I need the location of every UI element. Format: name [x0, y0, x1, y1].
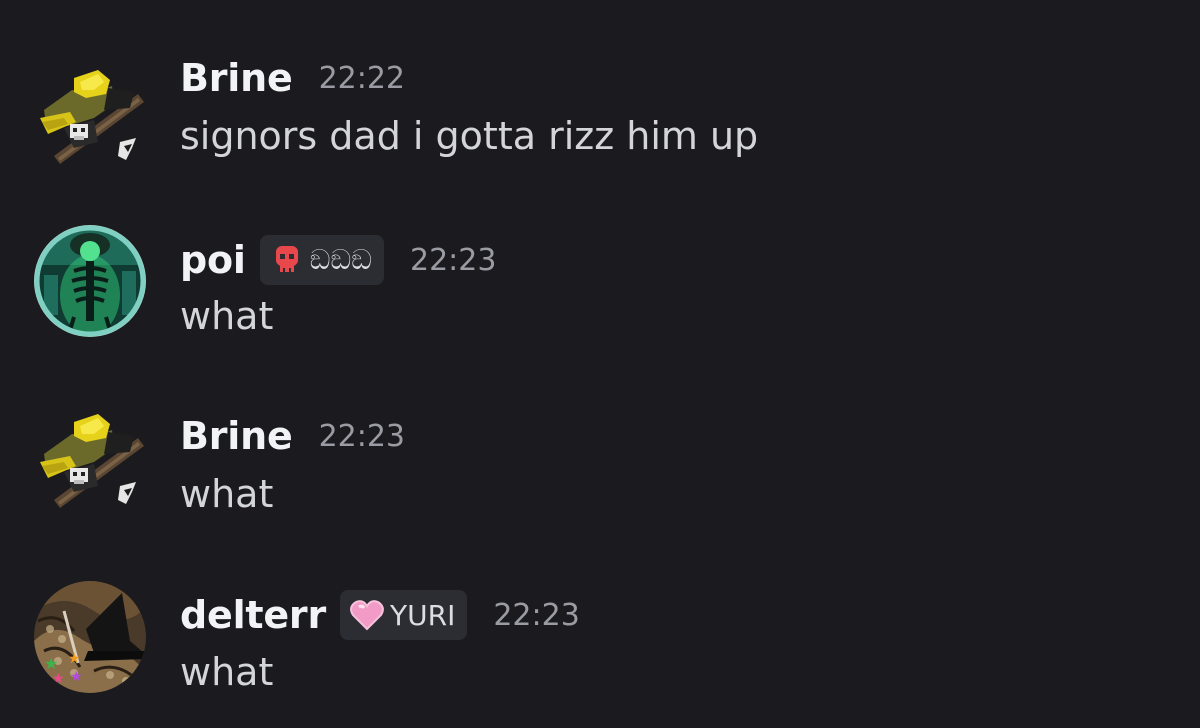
role-tag[interactable]: ඞඞඞ: [259, 235, 384, 285]
message-text: what: [180, 650, 274, 694]
message-text: signors dad i gotta rizz him up: [180, 114, 759, 158]
timestamp: 22:22: [318, 60, 406, 96]
role-tag[interactable]: YURI: [340, 590, 468, 640]
username[interactable]: Brine: [180, 56, 293, 100]
witch-hat-snake-icon: ★ ★ ★ ★: [34, 581, 146, 693]
timestamp: 22:23: [318, 418, 406, 454]
timestamp: 22:23: [409, 242, 497, 278]
timestamp: 22:23: [493, 597, 580, 633]
role-tag-label: YURI: [390, 598, 456, 632]
pixel-helmet-skull-icon: [40, 414, 144, 508]
message-text: what: [180, 472, 274, 516]
avatar[interactable]: [34, 408, 146, 520]
svg-text:★: ★: [52, 671, 65, 687]
green-skeleton-icon: [34, 225, 146, 337]
avatar[interactable]: ★ ★ ★ ★: [34, 581, 146, 693]
pink-heart-icon: [350, 599, 384, 631]
avatar[interactable]: [34, 225, 146, 337]
username[interactable]: delterr: [180, 593, 326, 637]
red-skull-icon: [270, 244, 304, 276]
pixel-helmet-skull-icon: [40, 70, 144, 164]
chat-message-list: Brine 22:22 signors dad i gotta rizz him…: [0, 0, 1200, 728]
svg-text:★: ★: [70, 669, 83, 685]
avatar[interactable]: [34, 64, 146, 176]
role-tag-label: ඞඞඞ: [309, 243, 372, 276]
svg-text:★: ★: [68, 651, 81, 667]
username[interactable]: poi: [180, 238, 246, 282]
message-text: what: [180, 294, 274, 338]
username[interactable]: Brine: [180, 414, 293, 458]
